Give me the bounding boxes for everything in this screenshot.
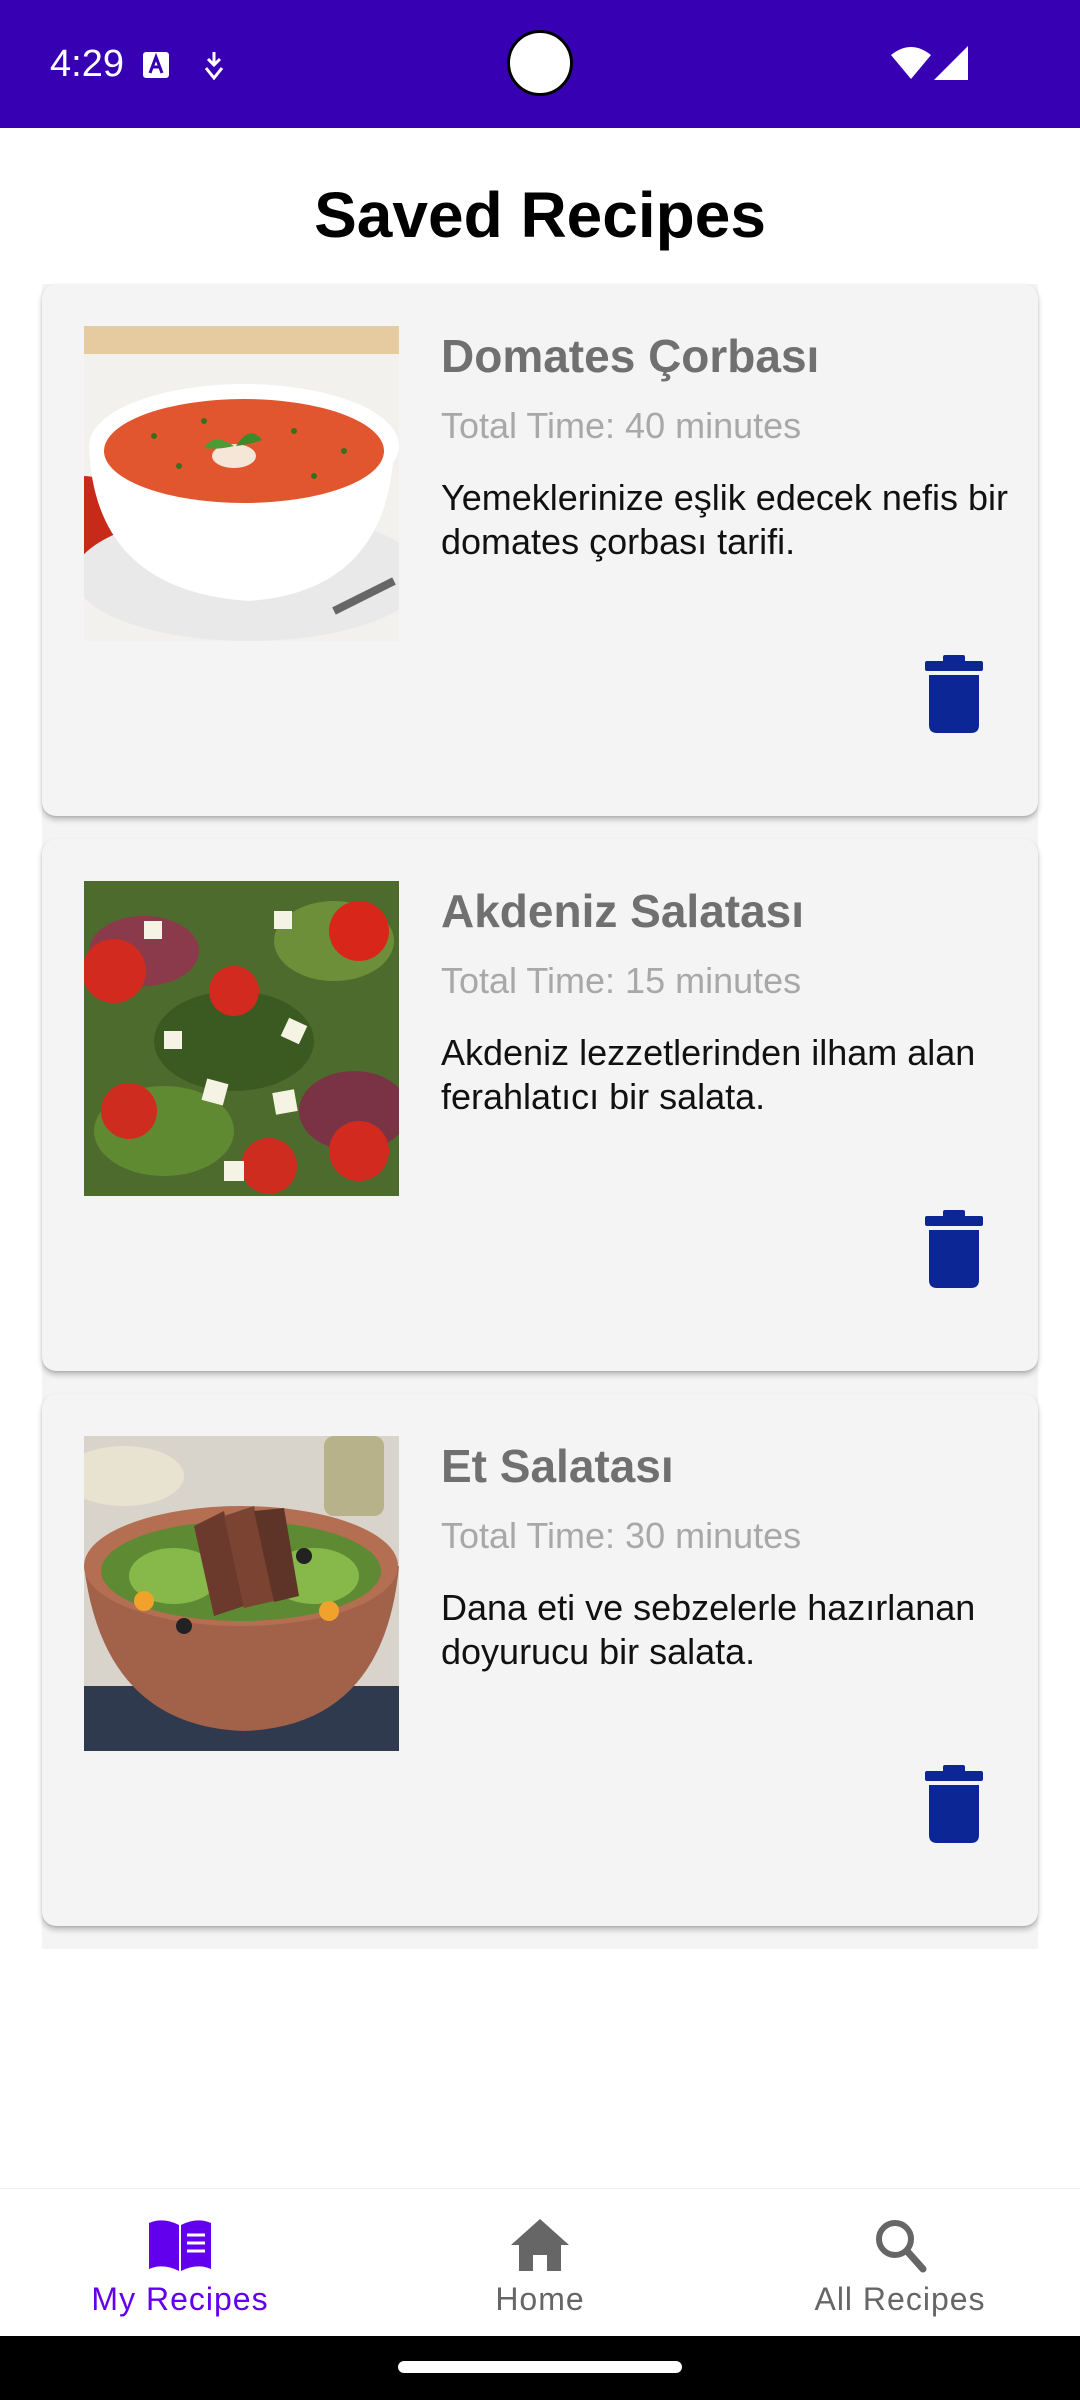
page-title: Saved Recipes — [314, 179, 766, 251]
screen: 4:29 Saved Recipes Domates Çorbası Total… — [0, 0, 1080, 2400]
recipe-description: Dana eti ve sebzelerle hazırlanan doyuru… — [441, 1587, 976, 1672]
recipe-title: Akdeniz Salatası — [441, 885, 805, 937]
trash-icon — [925, 655, 983, 733]
status-time: 4:29 — [50, 43, 124, 85]
font-icon — [143, 52, 169, 78]
delete-button[interactable] — [906, 1756, 1002, 1852]
delete-button[interactable] — [906, 646, 1002, 742]
search-icon — [876, 2220, 927, 2273]
nav-item-my-recipes[interactable]: My Recipes — [0, 2189, 360, 2337]
nav-item-home[interactable]: Home — [360, 2189, 720, 2337]
home-gesture-handle[interactable] — [398, 2361, 682, 2373]
trash-icon — [925, 1765, 983, 1843]
recipe-description: Yemeklerinize eşlik edecek nefis bir dom… — [441, 477, 1008, 562]
recipe-description: Akdeniz lezzetlerinden ilham alan ferahl… — [441, 1032, 976, 1117]
trash-icon — [925, 1210, 983, 1288]
home-icon — [511, 2219, 569, 2271]
recipe-title: Domates Çorbası — [441, 330, 820, 382]
recipe-total-time: Total Time: 15 minutes — [441, 960, 802, 1001]
tomato-soup-image — [84, 326, 399, 641]
mediterranean-salad-image — [84, 881, 399, 1196]
status-bar: 4:29 — [0, 0, 1080, 128]
nav-label: All Recipes — [814, 2281, 986, 2317]
wifi-icon — [891, 47, 931, 79]
beef-salad-image — [84, 1436, 399, 1751]
recipe-card[interactable]: Et Salatası Total Time: 30 minutes Dana … — [42, 1394, 1038, 1926]
delete-button[interactable] — [906, 1201, 1002, 1297]
nav-item-all-recipes[interactable]: All Recipes — [720, 2189, 1080, 2337]
recipe-total-time: Total Time: 40 minutes — [441, 405, 802, 446]
nav-label: My Recipes — [91, 2281, 269, 2317]
recipe-total-time: Total Time: 30 minutes — [441, 1515, 802, 1556]
book-icon — [149, 2220, 211, 2271]
nav-label: Home — [495, 2281, 585, 2317]
download-icon — [204, 52, 224, 80]
recipe-title: Et Salatası — [441, 1440, 674, 1492]
bottom-navigation: My Recipes Home All Recipes — [0, 2188, 1080, 2337]
camera-cutout — [507, 30, 573, 96]
recipe-card[interactable]: Akdeniz Salatası Total Time: 15 minutes … — [42, 839, 1038, 1371]
recipe-card[interactable]: Domates Çorbası Total Time: 40 minutes Y… — [42, 284, 1038, 816]
system-gesture-area — [0, 2336, 1080, 2400]
signal-icon — [934, 46, 968, 80]
